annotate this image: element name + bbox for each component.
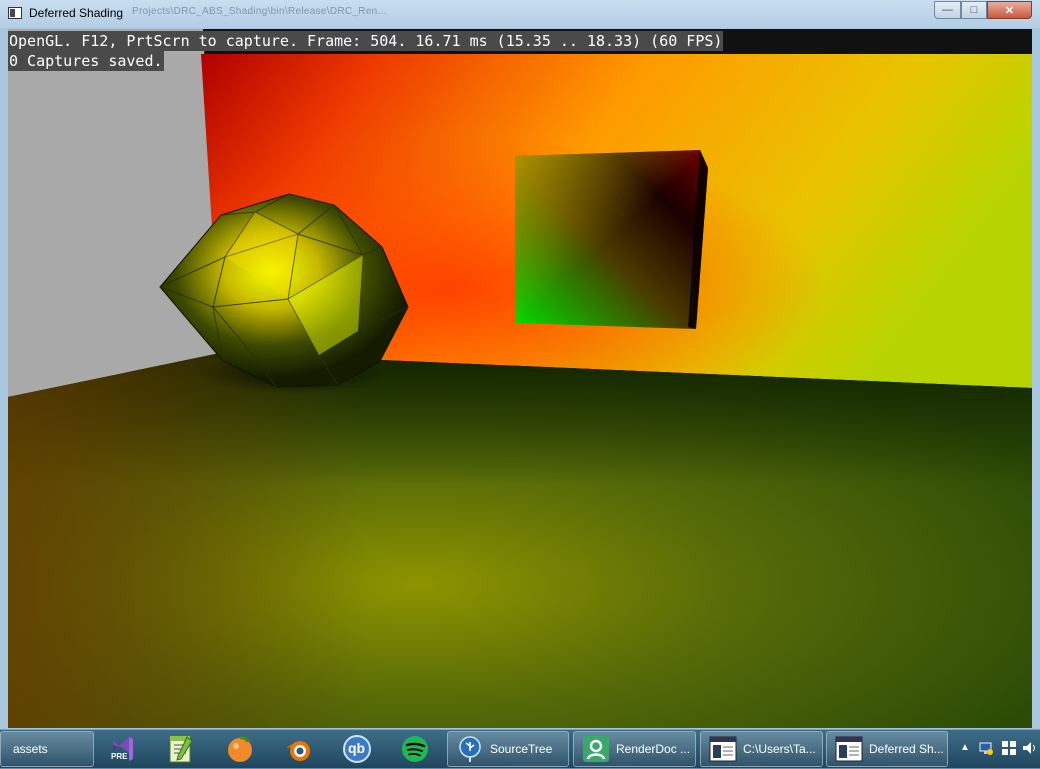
taskbar-item-sourcetree[interactable]: SourceTree xyxy=(447,731,569,767)
render-viewport[interactable]: OpenGL. F12, PrtScrn to capture. Frame: … xyxy=(8,29,1032,728)
app-window-icon xyxy=(8,7,22,19)
scene-render xyxy=(8,29,1032,728)
spotify-icon[interactable] xyxy=(395,733,435,765)
captures-overlay: 0 Captures saved. xyxy=(8,51,164,71)
network-icon[interactable] xyxy=(978,740,994,761)
renderdoc-icon xyxy=(582,735,610,763)
close-button[interactable]: ✕ xyxy=(987,1,1032,19)
clementine-icon[interactable] xyxy=(220,733,260,765)
windows-flag-icon[interactable] xyxy=(1002,741,1016,760)
visual-studio-icon[interactable]: PRE xyxy=(103,733,143,765)
console-icon xyxy=(709,736,737,762)
blender-icon[interactable] xyxy=(278,733,318,765)
volume-icon[interactable] xyxy=(1022,741,1038,760)
taskbar-item-deferred-shading[interactable]: Deferred Sh... xyxy=(826,731,948,767)
left-wall xyxy=(8,29,220,397)
taskbar: assets PRE qb SourceTree RenderDoc ... C… xyxy=(0,729,1040,768)
window-title: Deferred Shading xyxy=(29,6,124,20)
taskbar-item-label: assets xyxy=(13,742,48,756)
system-tray: ▲ xyxy=(952,730,1040,769)
close-icon: ✕ xyxy=(1004,4,1015,17)
taskbar-item-label: RenderDoc ... xyxy=(616,742,691,756)
minimize-icon: — xyxy=(942,4,953,16)
taskbar-item-label: C:\Users\Ta... xyxy=(743,742,816,756)
maximize-icon: □ xyxy=(970,4,978,16)
qbittorrent-icon[interactable]: qb xyxy=(337,733,377,765)
window-controls: — □ ✕ xyxy=(934,1,1032,19)
app-window-icon xyxy=(835,736,863,762)
taskbar-item-assets[interactable]: assets xyxy=(0,731,94,767)
background-window-path: Projects\DRC_ABS_Shading\bin\Release\DRC… xyxy=(132,6,387,17)
show-hidden-icons-button[interactable]: ▲ xyxy=(960,742,970,753)
notepad-plus-icon[interactable] xyxy=(160,733,200,765)
stats-overlay: OpenGL. F12, PrtScrn to capture. Frame: … xyxy=(8,31,724,51)
app-window: Deferred Shading Projects\DRC_ABS_Shadin… xyxy=(0,0,1040,729)
taskbar-item-console[interactable]: C:\Users\Ta... xyxy=(700,731,823,767)
maximize-button[interactable]: □ xyxy=(961,1,987,19)
taskbar-item-renderdoc[interactable]: RenderDoc ... xyxy=(573,731,696,767)
title-bar[interactable]: Deferred Shading Projects\DRC_ABS_Shadin… xyxy=(0,0,1040,28)
sourcetree-icon xyxy=(456,735,484,763)
qbittorrent-label: qb xyxy=(348,740,366,756)
minimize-button[interactable]: — xyxy=(934,1,961,19)
visual-studio-badge: PRE xyxy=(111,752,128,761)
taskbar-item-label: Deferred Sh... xyxy=(869,742,944,756)
taskbar-item-label: SourceTree xyxy=(490,742,553,756)
